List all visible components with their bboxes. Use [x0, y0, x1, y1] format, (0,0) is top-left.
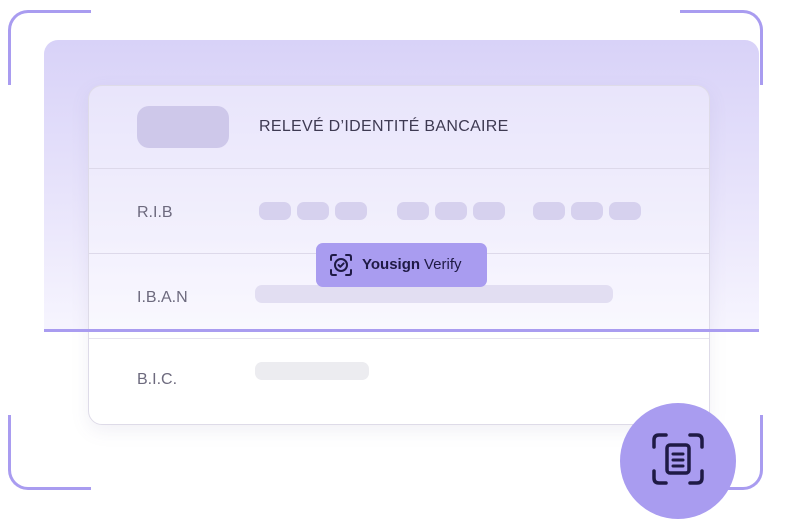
rib-digit-placeholder: [435, 202, 467, 220]
rib-digit-placeholder: [609, 202, 641, 220]
document-scan-button[interactable]: [620, 403, 736, 519]
bank-logo-placeholder: [137, 106, 229, 148]
iban-label: I.B.A.N: [137, 289, 188, 306]
bic-row: B.I.C.: [89, 339, 709, 423]
scan-line: [44, 329, 759, 332]
verify-product-text: Verify: [424, 256, 462, 273]
verify-brand-text: Yousign: [362, 256, 421, 273]
rib-digit-placeholder: [397, 202, 429, 220]
rib-digit-placeholder: [297, 202, 329, 220]
iban-value-placeholder: [255, 285, 613, 303]
yousign-verify-badge: Yousign Verify: [316, 243, 487, 287]
bic-value-placeholder: [255, 362, 369, 380]
scan-check-icon: [330, 254, 352, 276]
rib-label: R.I.B: [137, 204, 173, 221]
rib-digit-placeholder: [259, 202, 291, 220]
rib-digit-placeholder: [533, 202, 565, 220]
card-header: RELEVÉ D’IDENTITÉ BANCAIRE: [89, 86, 709, 169]
rib-digit-placeholder: [335, 202, 367, 220]
rib-digit-placeholder: [473, 202, 505, 220]
document-scan-icon: [652, 433, 704, 485]
viewfinder-corner-bottom-left: [8, 415, 91, 490]
rib-row: R.I.B: [89, 169, 709, 254]
document-title: RELEVÉ D’IDENTITÉ BANCAIRE: [259, 118, 509, 135]
rib-digit-placeholder: [571, 202, 603, 220]
bic-label: B.I.C.: [137, 371, 178, 388]
